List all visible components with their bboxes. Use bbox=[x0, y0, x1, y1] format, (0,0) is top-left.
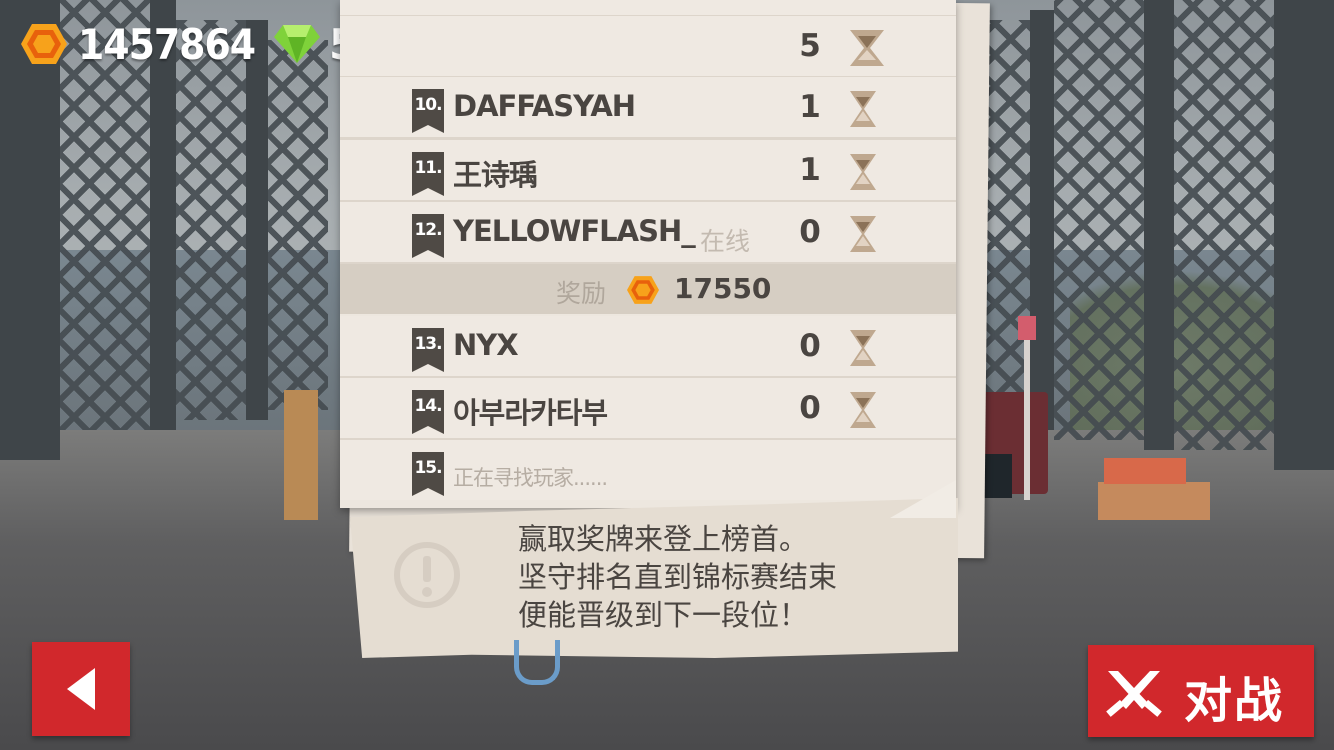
player-name: DAFFASYAH bbox=[453, 89, 636, 123]
crate-prop bbox=[284, 390, 318, 520]
back-button[interactable] bbox=[32, 642, 130, 736]
player-name: NYX bbox=[453, 328, 519, 362]
medal-icon bbox=[848, 328, 878, 372]
leaderboard-row[interactable]: 11. 王诗瑀 1 bbox=[340, 140, 956, 203]
player-score: 0 bbox=[799, 214, 821, 250]
bridge-lattice bbox=[268, 40, 328, 410]
player-name: 王诗瑀 bbox=[453, 158, 538, 192]
tip-line: 坚守排名直到锦标赛结束 bbox=[518, 560, 838, 594]
box-prop bbox=[1104, 458, 1186, 484]
player-score: 5 bbox=[799, 28, 821, 64]
medal-icon bbox=[848, 89, 878, 133]
coin-balance: 1457864 bbox=[78, 19, 256, 69]
reward-divider: 奖励 17550 bbox=[340, 264, 956, 314]
leaderboard-row[interactable]: 5 bbox=[340, 16, 956, 79]
bridge-girder bbox=[1030, 10, 1054, 430]
rank-badge: 13. bbox=[412, 328, 444, 372]
player-name: 아부라카타부 bbox=[453, 396, 608, 430]
bridge-lattice bbox=[176, 20, 246, 420]
leaderboard-row-current-player[interactable]: 12. YELLOWFLASH_ 在线 0 bbox=[340, 202, 956, 265]
leaderboard-panel: 5 10. DAFFASYAH 1 11. 王诗瑀 1 12. YELLOWFL… bbox=[340, 0, 956, 508]
paper-clip bbox=[514, 640, 560, 685]
bridge-lattice bbox=[1174, 0, 1274, 450]
leaderboard-row[interactable]: 14. 아부라카타부 0 bbox=[340, 378, 956, 441]
medal-icon bbox=[848, 28, 886, 72]
firework-rocket bbox=[1018, 316, 1036, 340]
tip-text: 赢取奖牌来登上榜首。 坚守排名直到锦标赛结束 便能晋级到下一段位！ bbox=[518, 520, 938, 634]
gem-icon bbox=[273, 23, 321, 65]
player-score: 1 bbox=[799, 89, 821, 125]
searching-text: 正在寻找玩家...... bbox=[453, 466, 608, 490]
tip-line: 赢取奖牌来登上榜首。 bbox=[518, 522, 809, 556]
rank-badge: 14. bbox=[412, 390, 444, 434]
rank-badge: 10. bbox=[412, 89, 444, 133]
online-status: 在线 bbox=[700, 227, 751, 256]
coin-icon bbox=[20, 21, 68, 67]
player-score: 1 bbox=[799, 152, 821, 188]
crossed-swords-icon bbox=[1104, 667, 1164, 721]
player-name: YELLOWFLASH_ bbox=[453, 214, 696, 248]
battle-button[interactable]: 对战 bbox=[1088, 645, 1314, 737]
coin-icon bbox=[626, 274, 660, 310]
rank-badge: 15. bbox=[412, 452, 444, 496]
rank-badge: 11. bbox=[412, 152, 444, 196]
exclamation-icon bbox=[392, 540, 462, 614]
reward-amount: 17550 bbox=[674, 272, 772, 305]
battle-label: 对战 bbox=[1184, 673, 1285, 729]
bridge-lattice bbox=[1054, 0, 1144, 440]
tip-line: 便能晋级到下一段位！ bbox=[518, 598, 809, 632]
currency-bar: 1457864 5 bbox=[20, 16, 358, 72]
reward-label: 奖励 bbox=[556, 279, 607, 308]
bridge-girder bbox=[1274, 0, 1334, 470]
rank-badge: 12. bbox=[412, 214, 444, 258]
leaderboard-row[interactable]: 13. NYX 0 bbox=[340, 316, 956, 379]
player-score: 0 bbox=[799, 390, 821, 426]
crate-prop bbox=[1098, 482, 1210, 520]
bridge-girder bbox=[246, 20, 268, 420]
medal-icon bbox=[848, 390, 878, 434]
medal-icon bbox=[848, 152, 878, 196]
bridge-girder bbox=[1144, 0, 1174, 450]
firework-stick bbox=[1024, 320, 1030, 500]
leaderboard-row-searching: 15. 正在寻找玩家...... bbox=[340, 440, 956, 500]
chevron-left-icon bbox=[67, 668, 95, 710]
player-score: 0 bbox=[799, 328, 821, 364]
medal-icon bbox=[848, 214, 878, 258]
leaderboard-row[interactable]: 10. DAFFASYAH 1 bbox=[340, 77, 956, 140]
